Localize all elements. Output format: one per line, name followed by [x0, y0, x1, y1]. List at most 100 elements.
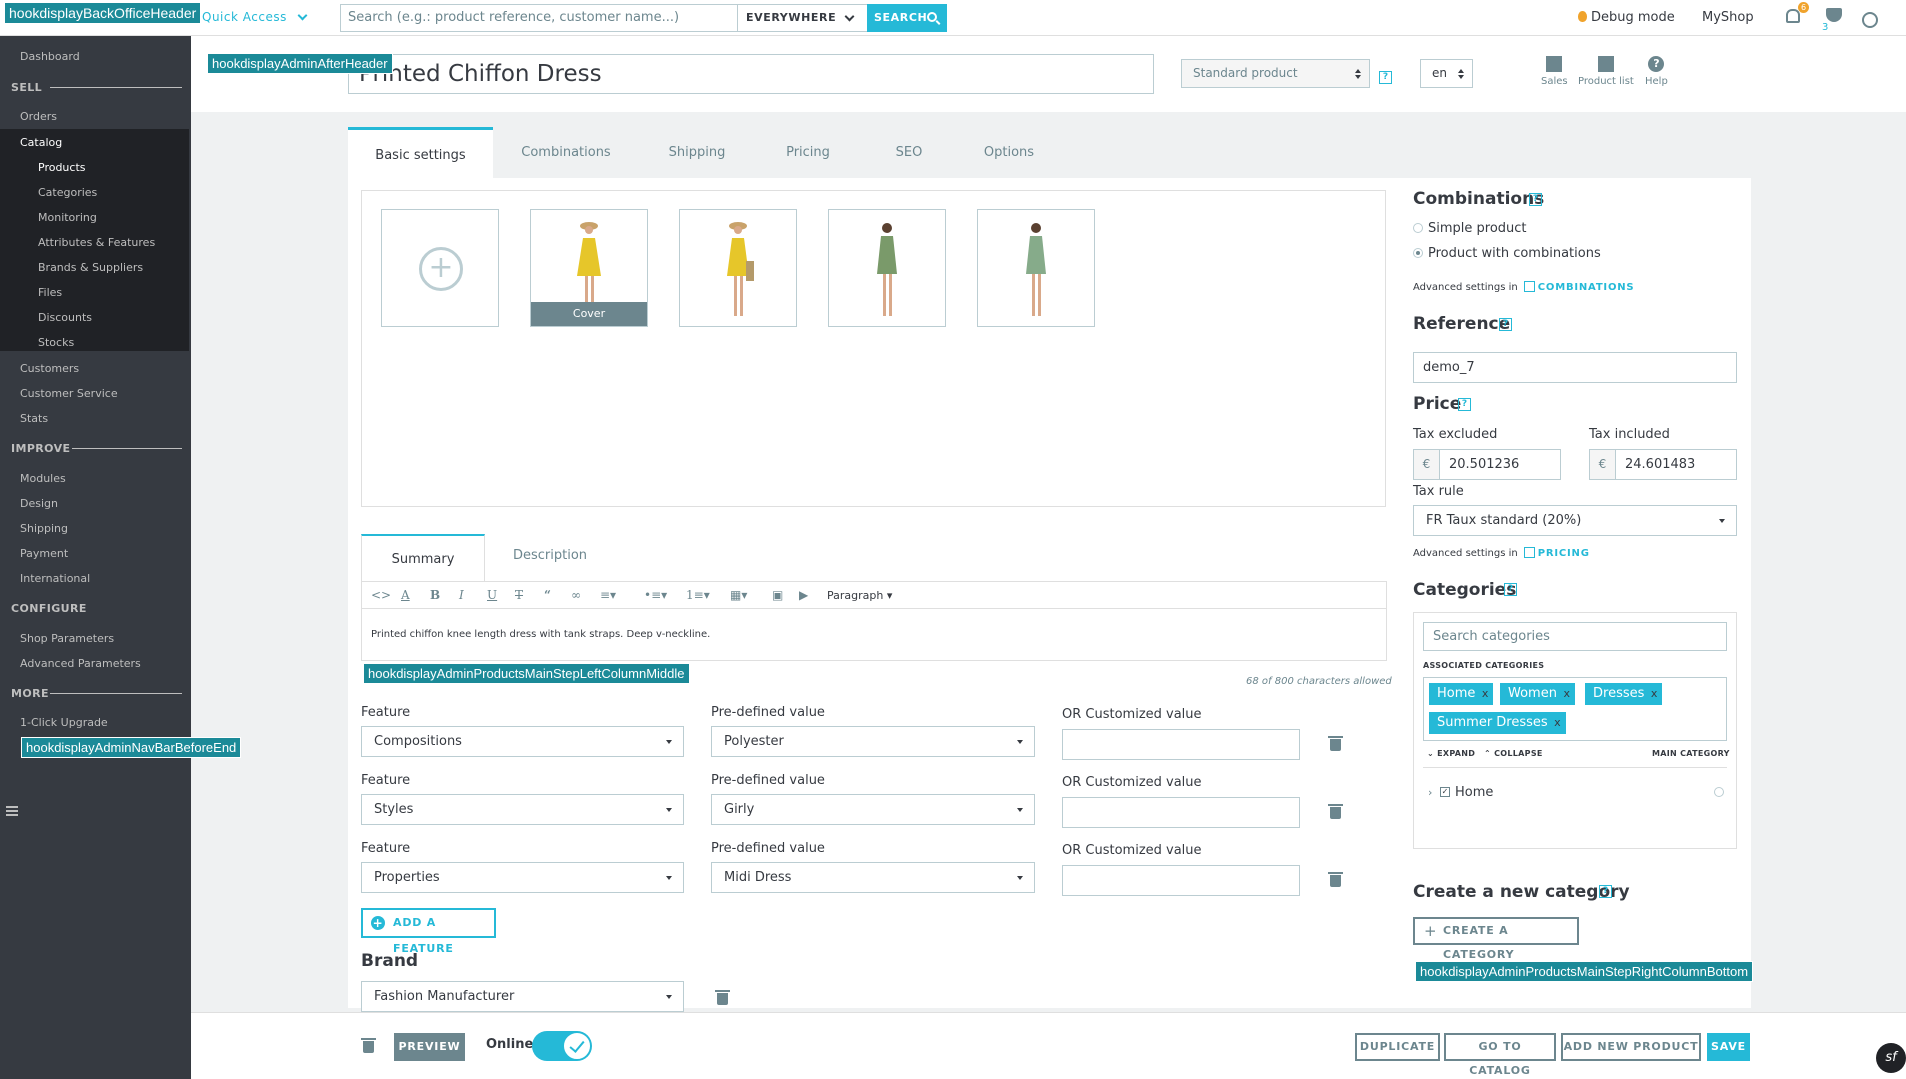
collapse-button[interactable]: ⌃ COLLAPSE [1484, 749, 1543, 758]
sidebar-item-stats[interactable]: Stats [20, 412, 48, 425]
tab-basic-settings[interactable]: Basic settings [348, 127, 493, 178]
bell-icon[interactable] [1786, 9, 1800, 23]
help-icon[interactable]: ? [1529, 193, 1542, 206]
sidebar-item-brands-suppliers[interactable]: Brands & Suppliers [38, 261, 143, 274]
search-input[interactable]: Search (e.g.: product reference, custome… [340, 4, 738, 32]
feature-select[interactable]: Properties [361, 862, 684, 893]
simple-product-radio[interactable] [1413, 223, 1423, 233]
predefined-value-select[interactable]: Midi Dress [711, 862, 1035, 893]
tab-combinations[interactable]: Combinations [511, 127, 621, 178]
debug-mode-indicator[interactable]: Debug mode [1578, 10, 1675, 25]
category-checkbox[interactable]: ✓ [1440, 787, 1450, 797]
image-icon[interactable]: ▣ [772, 588, 783, 602]
add-image-button[interactable]: + [381, 209, 499, 327]
trash-icon[interactable] [1328, 804, 1343, 819]
brand-select[interactable]: Fashion Manufacturer [361, 981, 684, 1012]
sidebar-item-monitoring[interactable]: Monitoring [38, 211, 97, 224]
sidebar-item-shipping[interactable]: Shipping [20, 522, 68, 535]
tab-seo[interactable]: SEO [874, 127, 944, 178]
align-icon[interactable]: ≡▾ [600, 588, 616, 602]
search-button[interactable]: SEARCH [867, 4, 947, 32]
predefined-value-select[interactable]: Girly [711, 794, 1035, 825]
add-new-product-button[interactable]: ADD NEW PRODUCT [1561, 1033, 1701, 1061]
trash-icon[interactable] [1328, 872, 1343, 887]
product-image[interactable] [828, 209, 946, 327]
symfony-debug-icon[interactable]: sf [1876, 1043, 1906, 1073]
underline-icon[interactable]: U [487, 588, 497, 602]
user-icon[interactable] [1862, 12, 1878, 28]
menu-collapse-icon[interactable] [6, 806, 18, 816]
link-icon[interactable]: ∞ [571, 588, 581, 602]
price-tax-excluded-input[interactable]: 20.501236 [1439, 449, 1561, 480]
remove-tag-icon[interactable]: x [1482, 683, 1489, 705]
predefined-value-select[interactable]: Polyester [711, 726, 1035, 757]
combinations-link[interactable]: COMBINATIONS [1538, 282, 1635, 293]
numbered-list-icon[interactable]: 1≡▾ [686, 588, 710, 602]
help-link[interactable]: ? Help [1645, 56, 1668, 87]
sidebar-item-stocks[interactable]: Stocks [38, 336, 74, 349]
tab-pricing[interactable]: Pricing [761, 127, 855, 178]
preview-button[interactable]: PREVIEW [394, 1033, 465, 1061]
strikethrough-icon[interactable]: T [515, 588, 523, 602]
online-toggle[interactable] [532, 1031, 592, 1061]
sidebar-item-catalog[interactable]: Catalog [20, 136, 62, 149]
search-scope-select[interactable]: EVERYWHERE [738, 4, 868, 32]
language-select[interactable]: en [1420, 59, 1473, 88]
summary-editor[interactable]: <> A B I U T “ ∞ ≡▾ •≡▾ 1≡▾ ▦▾ ▣ ▶ Parag… [361, 581, 1387, 661]
sidebar-item-customers[interactable]: Customers [20, 362, 79, 375]
main-category-radio[interactable] [1714, 787, 1724, 797]
quick-access-dropdown[interactable]: Quick Access [202, 10, 308, 24]
sidebar-item-shop-parameters[interactable]: Shop Parameters [20, 632, 114, 645]
sidebar-item-international[interactable]: International [20, 572, 90, 585]
feature-select[interactable]: Compositions [361, 726, 684, 757]
help-icon[interactable]: ? [1379, 71, 1392, 84]
reference-input[interactable]: demo_7 [1413, 352, 1737, 383]
price-tax-included-input[interactable]: 24.601483 [1615, 449, 1737, 480]
combinations-radio[interactable] [1413, 248, 1423, 258]
tab-summary[interactable]: Summary [361, 534, 485, 582]
custom-value-input[interactable] [1062, 865, 1300, 896]
tax-rule-select[interactable]: FR Taux standard (20%) [1413, 505, 1737, 536]
product-image[interactable] [679, 209, 797, 327]
remove-tag-icon[interactable]: x [1651, 683, 1658, 705]
sidebar-item-advanced-parameters[interactable]: Advanced Parameters [20, 657, 141, 670]
sidebar-item-products[interactable]: Products [38, 161, 86, 174]
text-color-icon[interactable]: A [401, 588, 410, 602]
sidebar-item-discounts[interactable]: Discounts [38, 311, 92, 324]
sidebar-item-attributes-features[interactable]: Attributes & Features [38, 236, 155, 249]
sidebar-item-dashboard[interactable]: Dashboard [20, 50, 80, 63]
search-categories-input[interactable]: Search categories [1423, 622, 1727, 651]
add-feature-button[interactable]: + ADD A FEATURE [361, 908, 496, 955]
trash-icon[interactable] [715, 990, 730, 1005]
tab-options[interactable]: Options [959, 127, 1059, 178]
product-name-input[interactable]: Printed Chiffon Dress [348, 54, 1154, 94]
sidebar-item-orders[interactable]: Orders [20, 110, 57, 123]
trash-icon[interactable] [1328, 736, 1343, 751]
sidebar-item-design[interactable]: Design [20, 497, 58, 510]
help-icon[interactable]: ? [1458, 398, 1471, 411]
sales-link[interactable]: Sales [1541, 56, 1568, 87]
remove-tag-icon[interactable]: x [1563, 683, 1570, 705]
bold-icon[interactable]: B [430, 588, 440, 602]
save-button[interactable]: SAVE [1707, 1033, 1750, 1061]
duplicate-button[interactable]: DUPLICATE [1355, 1033, 1440, 1061]
tab-description[interactable]: Description [500, 532, 600, 579]
product-type-select[interactable]: Standard product [1181, 59, 1370, 88]
help-icon[interactable]: ? [1499, 318, 1512, 331]
media-icon[interactable]: ▶ [799, 588, 808, 602]
product-image[interactable]: Cover [530, 209, 648, 327]
italic-icon[interactable]: I [459, 588, 464, 602]
sidebar-item-payment[interactable]: Payment [20, 547, 68, 560]
feature-select[interactable]: Styles [361, 794, 684, 825]
sidebar-item-files[interactable]: Files [38, 286, 62, 299]
go-to-catalog-button[interactable]: GO TO CATALOG [1444, 1033, 1556, 1077]
product-list-link[interactable]: Product list [1578, 56, 1634, 87]
help-icon[interactable]: ? [1504, 583, 1517, 596]
chevron-right-icon[interactable]: › [1428, 786, 1432, 799]
help-icon[interactable]: ? [1599, 885, 1612, 898]
custom-value-input[interactable] [1062, 797, 1300, 828]
expand-button[interactable]: ⌄ EXPAND [1427, 749, 1475, 758]
paragraph-format-select[interactable]: Paragraph ▾ [827, 589, 892, 602]
source-code-icon[interactable]: <> [371, 588, 391, 602]
pricing-link[interactable]: PRICING [1538, 548, 1590, 559]
